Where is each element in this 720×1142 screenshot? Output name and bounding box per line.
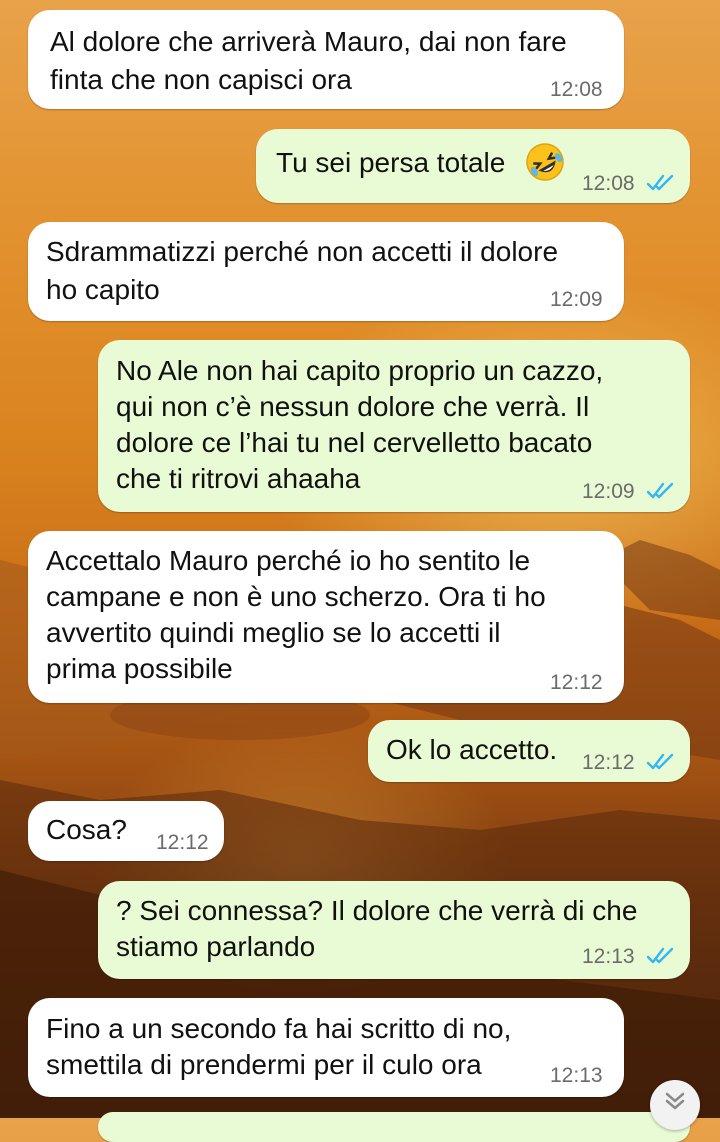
- message-text-line: qui non c’è nessun dolore che verrà. Il: [116, 391, 590, 422]
- message-timestamp: 12:12: [156, 831, 209, 854]
- message-text-line: Ok lo accetto.: [386, 734, 558, 765]
- message-text-line: campane e non è uno scherzo. Ora ti ho: [46, 581, 546, 612]
- message-bubble-outgoing[interactable]: Tu sei persa totale 12:08: [256, 129, 690, 203]
- message-timestamp: 12:12: [582, 751, 635, 774]
- message-text-line: Tu sei persa totale: [276, 147, 506, 178]
- message-timestamp: 12:12: [550, 671, 603, 694]
- message-text-line: finta che non capisci ora: [50, 64, 352, 95]
- message-bubble-incoming[interactable]: Sdrammatizzi perché non accetti il dolor…: [28, 222, 624, 321]
- message-timestamp: 12:09: [582, 480, 635, 503]
- message-timestamp: 12:08: [550, 78, 603, 101]
- message-timestamp: 12:13: [582, 945, 635, 968]
- read-receipt-icon: [646, 174, 674, 191]
- scroll-to-bottom-button[interactable]: [650, 1080, 700, 1130]
- message-bubble-outgoing[interactable]: No Ale non hai capito proprio un cazzo, …: [98, 340, 690, 512]
- message-text-line: Cosa?: [46, 814, 127, 845]
- message-text-line: Sdrammatizzi perché non accetti il dolor…: [46, 236, 559, 267]
- message-text-line: stiamo parlando: [116, 931, 316, 962]
- chevron-double-down-icon: [665, 1092, 685, 1110]
- message-text-line: avvertito quindi meglio se lo accetti il: [46, 617, 501, 648]
- message-bubble-incoming[interactable]: Cosa? 12:12: [28, 801, 224, 861]
- message-timestamp: 12:09: [550, 288, 603, 311]
- message-bubble-incoming[interactable]: Accettalo Mauro perché io ho sentito le …: [28, 531, 624, 703]
- message-bubble-outgoing[interactable]: ? Sei connessa? Il dolore che verrà di c…: [98, 881, 690, 979]
- message-text-line: Accettalo Mauro perché io ho sentito le: [46, 545, 531, 576]
- message-text-line: ? Sei connessa? Il dolore che verrà di c…: [116, 895, 638, 926]
- rolling-on-floor-laughing-emoji-icon: [526, 143, 564, 181]
- message-bubble-incoming[interactable]: Al dolore che arriverà Mauro, dai non fa…: [28, 10, 624, 109]
- message-timestamp: 12:13: [550, 1064, 603, 1087]
- message-text-line: Al dolore che arriverà Mauro, dai non fa…: [50, 26, 567, 57]
- message-timestamp: 12:08: [582, 172, 635, 195]
- message-bubble-outgoing-partial[interactable]: [98, 1112, 690, 1142]
- message-text-line: ho capito: [46, 274, 160, 305]
- message-text-line: dolore ce l’hai tu nel cervelletto bacat…: [116, 427, 593, 458]
- message-text-line: Fino a un secondo fa hai scritto di no,: [46, 1013, 512, 1044]
- message-bubble-incoming[interactable]: Fino a un secondo fa hai scritto di no, …: [28, 998, 624, 1097]
- read-receipt-icon: [646, 753, 674, 770]
- message-bubble-outgoing[interactable]: Ok lo accetto. 12:12: [368, 720, 690, 782]
- message-text-line: che ti ritrovi ahaaha: [116, 463, 361, 494]
- read-receipt-icon: [646, 482, 674, 499]
- message-text-line: prima possibile: [46, 653, 233, 684]
- read-receipt-icon: [646, 947, 674, 964]
- message-text-line: smettila di prendermi per il culo ora: [46, 1049, 482, 1080]
- message-text-line: No Ale non hai capito proprio un cazzo,: [116, 355, 604, 386]
